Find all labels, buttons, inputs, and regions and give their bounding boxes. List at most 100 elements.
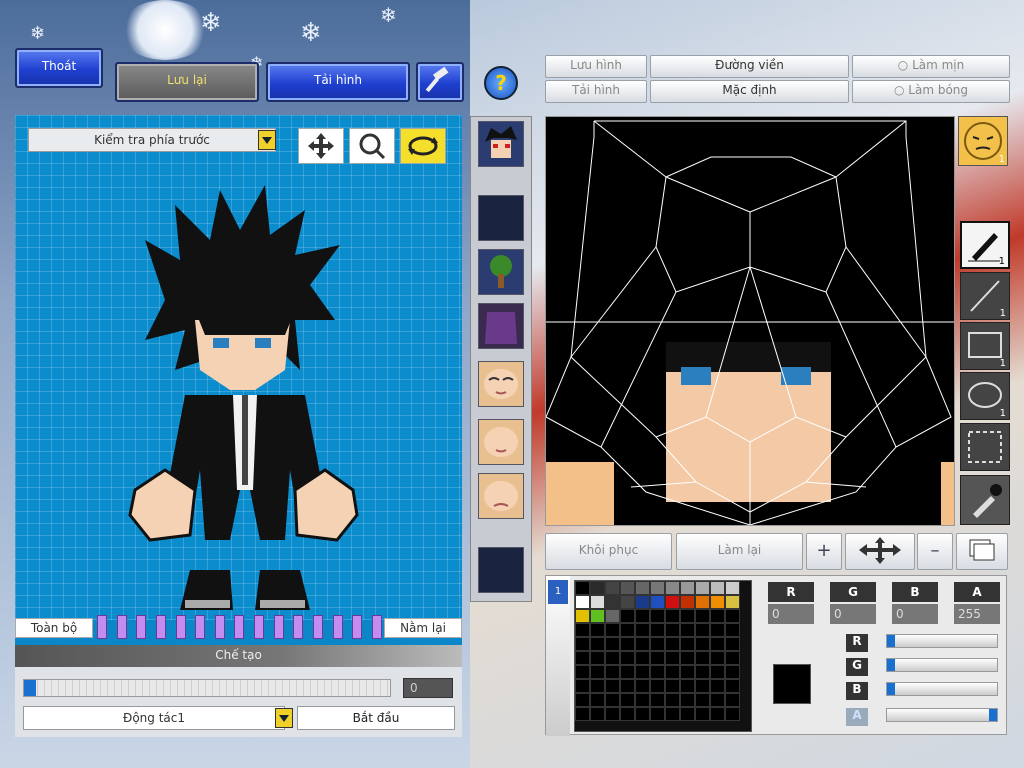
frame-marker[interactable]: [155, 615, 166, 639]
palette-swatch[interactable]: [680, 651, 695, 665]
restore-button[interactable]: Khôi phục: [545, 533, 672, 570]
palette-swatch[interactable]: [590, 665, 605, 679]
empty-slot-icon[interactable]: [478, 195, 524, 241]
palette-swatch[interactable]: [650, 595, 665, 609]
palette-swatch[interactable]: [590, 679, 605, 693]
frame-marker[interactable]: [97, 615, 107, 639]
palette-swatch[interactable]: [590, 595, 605, 609]
palette-swatch[interactable]: [635, 693, 650, 707]
g-slider[interactable]: [886, 658, 998, 672]
palette-swatch[interactable]: [635, 623, 650, 637]
lie-down-button[interactable]: Nằm lại: [384, 618, 462, 638]
frame-marker[interactable]: [254, 615, 265, 639]
palette-swatch[interactable]: [605, 609, 620, 623]
a-value[interactable]: 255: [954, 604, 1000, 624]
palette-swatch[interactable]: [725, 665, 740, 679]
palette-swatch[interactable]: [620, 609, 635, 623]
palette-swatch[interactable]: [725, 679, 740, 693]
zoom-tool-button[interactable]: [349, 128, 395, 164]
palette-swatch[interactable]: [665, 637, 680, 651]
palette-swatch[interactable]: [575, 595, 590, 609]
palette-swatch[interactable]: [650, 609, 665, 623]
palette-swatch[interactable]: [650, 693, 665, 707]
frame-marker[interactable]: [273, 615, 284, 639]
palette-swatch[interactable]: [650, 637, 665, 651]
frame-marker[interactable]: [116, 615, 127, 639]
palette-swatch[interactable]: [635, 679, 650, 693]
action-select[interactable]: Động tác1: [23, 706, 285, 730]
palette-swatch[interactable]: [695, 609, 710, 623]
frame-marker[interactable]: [214, 615, 225, 639]
move-canvas-button[interactable]: [845, 533, 915, 570]
slider-thumb[interactable]: [24, 680, 36, 696]
palette-swatch[interactable]: [725, 595, 740, 609]
palette-swatch[interactable]: [665, 679, 680, 693]
palette-swatch[interactable]: [575, 637, 590, 651]
palette-swatch[interactable]: [680, 693, 695, 707]
palette-swatch[interactable]: [710, 595, 725, 609]
frame-marker[interactable]: [332, 615, 343, 639]
save-button[interactable]: Lưu lại: [115, 62, 259, 102]
palette-swatch[interactable]: [605, 637, 620, 651]
palette-swatch[interactable]: [710, 707, 725, 721]
frame-marker[interactable]: [293, 615, 304, 639]
palette-swatch[interactable]: [575, 679, 590, 693]
rectangle-tool-button[interactable]: 1: [960, 322, 1010, 370]
palette-swatch[interactable]: [725, 651, 740, 665]
palette-swatch[interactable]: [635, 637, 650, 651]
palette-swatch[interactable]: [605, 707, 620, 721]
palette-swatch[interactable]: [665, 623, 680, 637]
r-value[interactable]: 0: [768, 604, 814, 624]
palette-swatch[interactable]: [650, 581, 665, 595]
palette-swatch[interactable]: [695, 623, 710, 637]
a-slider[interactable]: [886, 708, 998, 722]
palette-swatch[interactable]: [725, 707, 740, 721]
palette-swatch[interactable]: [650, 651, 665, 665]
palette-swatch[interactable]: [575, 665, 590, 679]
smooth-button[interactable]: ○ Làm mịn: [852, 55, 1010, 78]
frame-marker[interactable]: [234, 615, 245, 639]
palette-swatch[interactable]: [710, 665, 725, 679]
palette-swatch[interactable]: [605, 595, 620, 609]
palette-swatch[interactable]: [605, 693, 620, 707]
palette-swatch[interactable]: [605, 651, 620, 665]
ellipse-tool-button[interactable]: 1: [960, 372, 1010, 420]
palette-swatch[interactable]: [635, 707, 650, 721]
palette-swatch[interactable]: [710, 651, 725, 665]
palette-swatch[interactable]: [710, 623, 725, 637]
all-button[interactable]: Toàn bộ: [15, 618, 93, 638]
palette-swatch[interactable]: [635, 595, 650, 609]
palette-swatch[interactable]: [620, 595, 635, 609]
palette-swatch[interactable]: [590, 707, 605, 721]
palette-swatch[interactable]: [575, 581, 590, 595]
palette-swatch[interactable]: [695, 637, 710, 651]
redo-button[interactable]: Làm lại: [676, 533, 803, 570]
palette-swatch[interactable]: [710, 693, 725, 707]
palette-swatch[interactable]: [650, 679, 665, 693]
face-part-icon[interactable]: [478, 361, 524, 407]
palette-swatch[interactable]: [680, 637, 695, 651]
layers-button[interactable]: [956, 533, 1008, 570]
palette-swatch[interactable]: [575, 707, 590, 721]
g-value[interactable]: 0: [830, 604, 876, 624]
palette-swatch[interactable]: [590, 609, 605, 623]
palette-swatch[interactable]: [725, 623, 740, 637]
reload-image-button[interactable]: Tải hình: [266, 62, 410, 102]
palette-swatch[interactable]: [575, 609, 590, 623]
palette-grid[interactable]: [574, 580, 752, 732]
palette-swatch[interactable]: [590, 581, 605, 595]
palette-swatch[interactable]: [590, 623, 605, 637]
g-slider-thumb[interactable]: [887, 659, 895, 671]
palette-swatch[interactable]: [620, 679, 635, 693]
palette-swatch[interactable]: [665, 693, 680, 707]
palette-swatch[interactable]: [680, 609, 695, 623]
b-value[interactable]: 0: [892, 604, 938, 624]
palette-swatch[interactable]: [695, 707, 710, 721]
palette-swatch[interactable]: [635, 581, 650, 595]
exit-button[interactable]: Thoát: [15, 48, 103, 88]
selection-tool-button[interactable]: [960, 423, 1010, 471]
palette-swatch[interactable]: [620, 693, 635, 707]
palette-swatch[interactable]: [710, 637, 725, 651]
outline-button[interactable]: Đường viền: [650, 55, 849, 78]
frame-marker[interactable]: [352, 615, 363, 639]
